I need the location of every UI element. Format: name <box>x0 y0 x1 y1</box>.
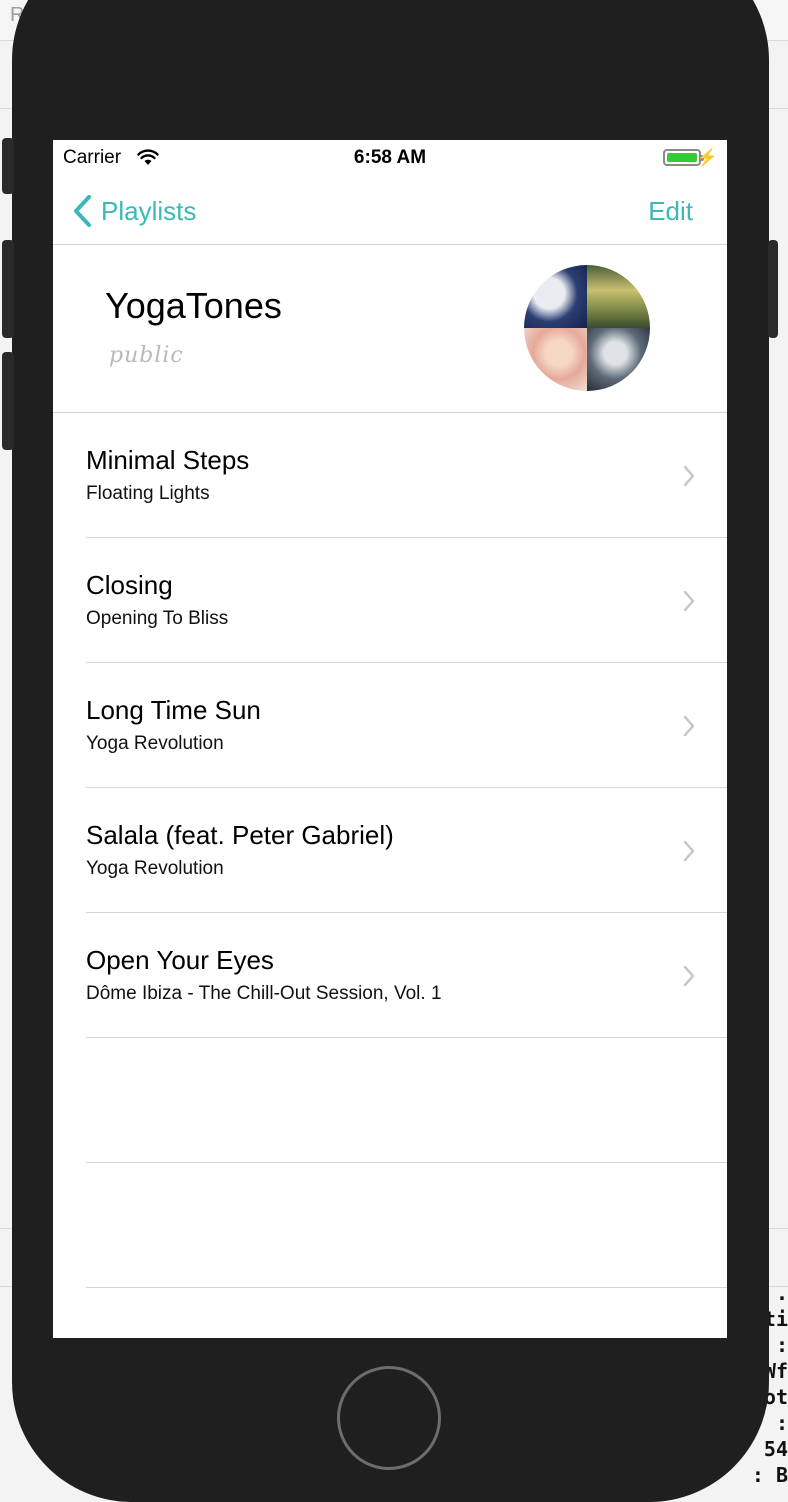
playlist-cover-image[interactable] <box>524 265 650 391</box>
chevron-right-icon <box>683 590 695 612</box>
volume-up-button <box>2 240 14 338</box>
chevron-right-icon <box>683 840 695 862</box>
track-row[interactable]: Minimal Steps Floating Lights <box>53 413 727 538</box>
mute-switch <box>2 138 14 194</box>
track-row[interactable]: Long Time Sun Yoga Revolution <box>53 663 727 788</box>
back-button-label: Playlists <box>101 196 197 226</box>
track-title: Closing <box>86 570 173 600</box>
chevron-left-icon <box>74 195 91 227</box>
track-title: Minimal Steps <box>86 445 250 475</box>
track-row[interactable]: Open Your Eyes Dôme Ibiza - The Chill-Ou… <box>53 913 727 1038</box>
track-album: Yoga Revolution <box>86 858 224 879</box>
playlist-header: YogaTones public <box>53 245 727 413</box>
track-row[interactable]: Salala (feat. Peter Gabriel) Yoga Revolu… <box>53 788 727 913</box>
status-bar: Carrier 6:58 AM ⚡ <box>53 140 727 176</box>
track-title: Salala (feat. Peter Gabriel) <box>86 820 394 850</box>
track-title: Open Your Eyes <box>86 945 274 975</box>
track-row[interactable]: Closing Opening To Bliss <box>53 538 727 663</box>
track-album: Opening To Bliss <box>86 608 229 629</box>
track-album: Yoga Revolution <box>86 733 224 754</box>
track-album: Floating Lights <box>86 483 210 504</box>
navigation-bar: Playlists Edit <box>53 176 727 245</box>
empty-row <box>53 1038 727 1163</box>
track-album: Dôme Ibiza - The Chill-Out Session, Vol.… <box>86 983 442 1004</box>
chevron-right-icon <box>683 715 695 737</box>
track-list: Minimal Steps Floating Lights Closing Op… <box>53 413 727 1288</box>
volume-down-button <box>2 352 14 450</box>
playlist-title: YogaTones <box>105 285 282 326</box>
edit-button[interactable]: Edit <box>648 196 693 227</box>
power-button <box>768 240 778 338</box>
chevron-right-icon <box>683 465 695 487</box>
battery-level <box>667 153 697 162</box>
empty-row <box>53 1163 727 1288</box>
status-time: 6:58 AM <box>353 147 427 168</box>
track-title: Long Time Sun <box>86 695 261 725</box>
battery-icon <box>663 149 704 166</box>
playlist-visibility-label: public <box>109 343 184 368</box>
chevron-right-icon <box>683 965 695 987</box>
charging-bolt-icon: ⚡ <box>696 148 718 167</box>
phone-screen: Carrier 6:58 AM ⚡ Playlists Edit YogaTon… <box>53 140 727 1338</box>
home-button[interactable] <box>337 1366 441 1470</box>
